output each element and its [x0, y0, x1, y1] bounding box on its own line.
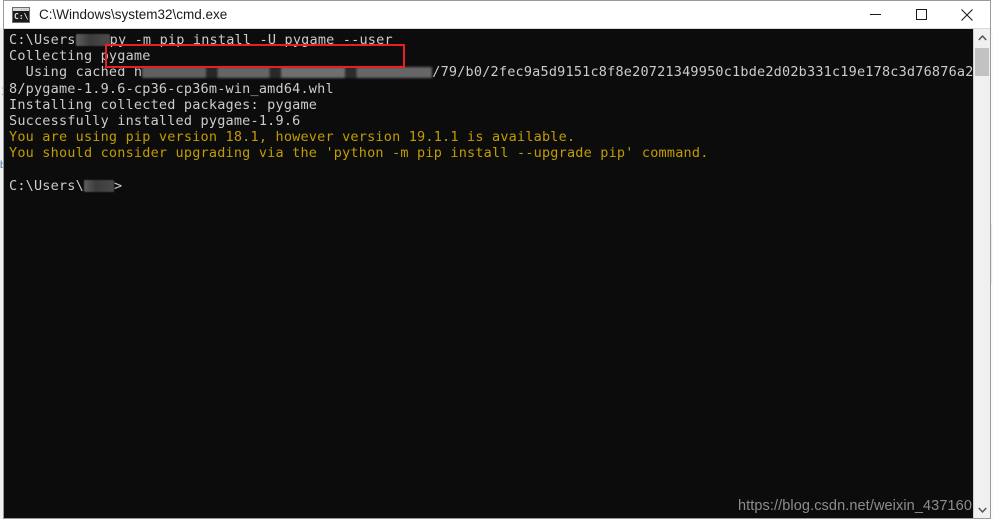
title-bar[interactable]: ··· C:\ C:\Windows\system32\cmd.exe	[4, 1, 990, 29]
redacted-url-block	[142, 67, 433, 79]
console-text-segment: You are using pip version 18.1, however …	[9, 129, 576, 146]
pip-version-warning-line: You are using pip version 18.1, however …	[9, 129, 968, 145]
console-text-segment: >	[113, 177, 123, 194]
vertical-scrollbar[interactable]	[973, 29, 990, 518]
minimize-icon	[869, 14, 881, 15]
cmd-icon-prompt-text: C:\	[14, 11, 29, 21]
scroll-down-button[interactable]	[974, 501, 990, 518]
redacted-username-block	[75, 34, 110, 46]
console-text-segment: py -m pip install -U pygame --user	[109, 32, 393, 48]
cmd-console-icon: ··· C:\	[12, 6, 30, 23]
using-cached-line: Using cached h/79/b0/2fec9a5d9151c8f8e20…	[9, 64, 982, 81]
chevron-down-icon	[977, 507, 987, 513]
success-line: Successfully installed pygame-1.9.6	[9, 113, 968, 129]
redacted-username-block	[83, 179, 114, 192]
watermark-text: https://blog.csdn.net/weixin_437160	[737, 498, 972, 514]
installing-line: Installing collected packages: pygame	[9, 97, 968, 113]
window-title: C:\Windows\system32\cmd.exe	[39, 7, 228, 22]
window-controls	[852, 1, 990, 28]
console-text-segment: C:\Users\	[9, 177, 84, 194]
console-text-segment: Installing collected packages: pygame	[9, 96, 318, 113]
wheel-filename-line: 8/pygame-1.9.6-cp36-cp36m-win_amd64.whl	[9, 81, 968, 97]
console-output-area[interactable]: C:\Users py -m pip install -U pygame --us…	[4, 29, 990, 518]
pip-upgrade-hint-line: You should consider upgrading via the 'p…	[9, 145, 968, 161]
maximize-icon	[915, 9, 927, 20]
console-text-segment: Using cached h	[9, 64, 143, 81]
scroll-up-button[interactable]	[974, 29, 990, 46]
console-text-segment: You should consider upgrading via the 'p…	[9, 145, 709, 162]
close-icon	[961, 8, 973, 21]
minimize-button[interactable]	[852, 1, 898, 28]
final-prompt-line: C:\Users\ >	[9, 178, 968, 194]
maximize-button[interactable]	[898, 1, 944, 28]
scrollbar-thumb[interactable]	[975, 48, 989, 76]
console-text-segment: Successfully installed pygame-1.9.6	[9, 112, 301, 129]
cmd-window: ··· C:\ C:\Windows\system32\cmd.exe C:\U…	[3, 0, 991, 519]
console-text-segment: /79/b0/2fec9a5d9151c8f8e20721349950c1bde…	[432, 64, 982, 81]
close-button[interactable]	[944, 1, 990, 28]
console-text-segment: Collecting pygame	[9, 48, 151, 65]
chevron-up-icon	[977, 34, 987, 40]
console-text-segment: 8/pygame-1.9.6-cp36-cp36m-win_amd64.whl	[9, 80, 334, 97]
console-text-segment: C:\Users	[9, 32, 76, 48]
collecting-line: Collecting pygame	[9, 48, 968, 64]
console-text-lines: C:\Users py -m pip install -U pygame --us…	[9, 32, 982, 194]
prompt-command-line: C:\Users py -m pip install -U pygame --us…	[9, 32, 968, 48]
